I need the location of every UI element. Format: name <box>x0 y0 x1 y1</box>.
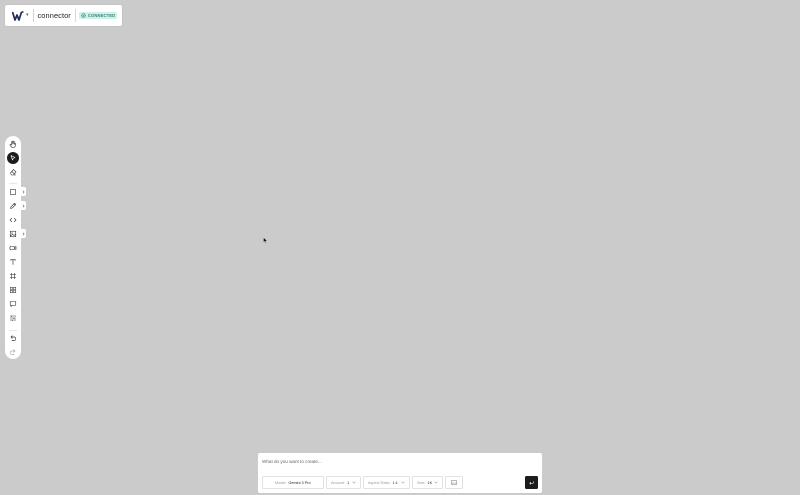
video-tool-button[interactable] <box>7 242 19 254</box>
video-icon <box>9 245 17 251</box>
comment-icon <box>9 301 17 307</box>
layers-tool-button[interactable] <box>7 312 19 324</box>
submit-button[interactable] <box>525 476 538 489</box>
size-select-value: 1K <box>427 480 433 485</box>
frame-tool-button[interactable] <box>7 270 19 282</box>
chevron-right-icon <box>22 203 25 208</box>
chevron-down-icon <box>352 481 356 484</box>
frame-icon <box>10 273 16 279</box>
chevron-down-icon <box>434 481 438 484</box>
hand-icon <box>9 140 16 148</box>
divider <box>74 9 76 22</box>
chevron-right-icon <box>22 231 25 236</box>
amount-select-value: 1 <box>347 480 350 485</box>
code-icon <box>9 217 17 223</box>
image-attach-icon <box>451 480 457 485</box>
app-name: connector <box>37 11 71 20</box>
text-icon <box>10 259 16 265</box>
layers-icon <box>10 315 16 321</box>
select-pointer-icon <box>10 155 16 161</box>
image-icon <box>9 230 17 238</box>
chevron-down-icon[interactable]: ▾ <box>26 13 29 18</box>
size-select-label: Size: <box>417 480 426 485</box>
aspect-ratio-select-value: 1:1 <box>392 480 398 485</box>
aspect-ratio-select-label: Aspect Ratio: <box>368 480 391 485</box>
image-tool-button[interactable] <box>7 228 19 240</box>
grid-layout-tool-button[interactable] <box>7 284 19 296</box>
pencil-tool-button[interactable] <box>7 200 19 212</box>
eraser-tool-button[interactable] <box>7 166 19 178</box>
rectangle-icon <box>10 189 16 195</box>
enter-arrow-icon <box>529 480 534 485</box>
connection-icon <box>81 13 86 18</box>
amount-select-label: Amount: <box>331 480 346 485</box>
model-select[interactable]: Model: Gemini 3 Pro <box>262 476 324 489</box>
undo-icon <box>10 335 16 341</box>
model-select-label: Model: <box>275 480 287 485</box>
logo-icon[interactable] <box>12 10 24 21</box>
size-select[interactable]: Size: 1K <box>412 476 443 489</box>
rectangle-tool-button[interactable] <box>7 186 19 198</box>
toolbar-divider <box>9 183 17 184</box>
divider <box>32 9 34 22</box>
draw-flyout-toggle[interactable] <box>21 201 26 210</box>
comment-tool-button[interactable] <box>7 298 19 310</box>
status-badge-label: CONNECTED <box>87 13 116 18</box>
undo-button[interactable] <box>7 332 19 344</box>
hand-tool-button[interactable] <box>7 138 19 150</box>
shapes-flyout-toggle[interactable] <box>21 187 26 196</box>
select-tool-button[interactable] <box>7 152 19 164</box>
media-flyout-toggle[interactable] <box>21 229 26 238</box>
chevron-right-icon <box>22 189 25 194</box>
code-tool-button[interactable] <box>7 214 19 226</box>
brand-card: ▾ connector CONNECTED <box>5 5 122 26</box>
chevron-down-icon <box>401 481 405 484</box>
prompt-input[interactable] <box>262 457 532 465</box>
pencil-icon <box>10 202 17 209</box>
aspect-ratio-select[interactable]: Aspect Ratio: 1:1 <box>363 476 410 489</box>
text-tool-button[interactable] <box>7 256 19 268</box>
model-select-value: Gemini 3 Pro <box>288 480 311 485</box>
attach-image-button[interactable] <box>445 476 463 489</box>
mouse-cursor-icon <box>263 237 268 244</box>
redo-button[interactable] <box>7 346 19 358</box>
status-badge: CONNECTED <box>78 12 118 19</box>
toolbar-divider <box>9 330 17 331</box>
left-toolbar <box>5 136 21 359</box>
grid-layout-icon <box>9 286 17 294</box>
redo-icon <box>10 349 16 355</box>
eraser-icon <box>10 169 17 176</box>
amount-select[interactable]: Amount: 1 <box>326 476 361 489</box>
